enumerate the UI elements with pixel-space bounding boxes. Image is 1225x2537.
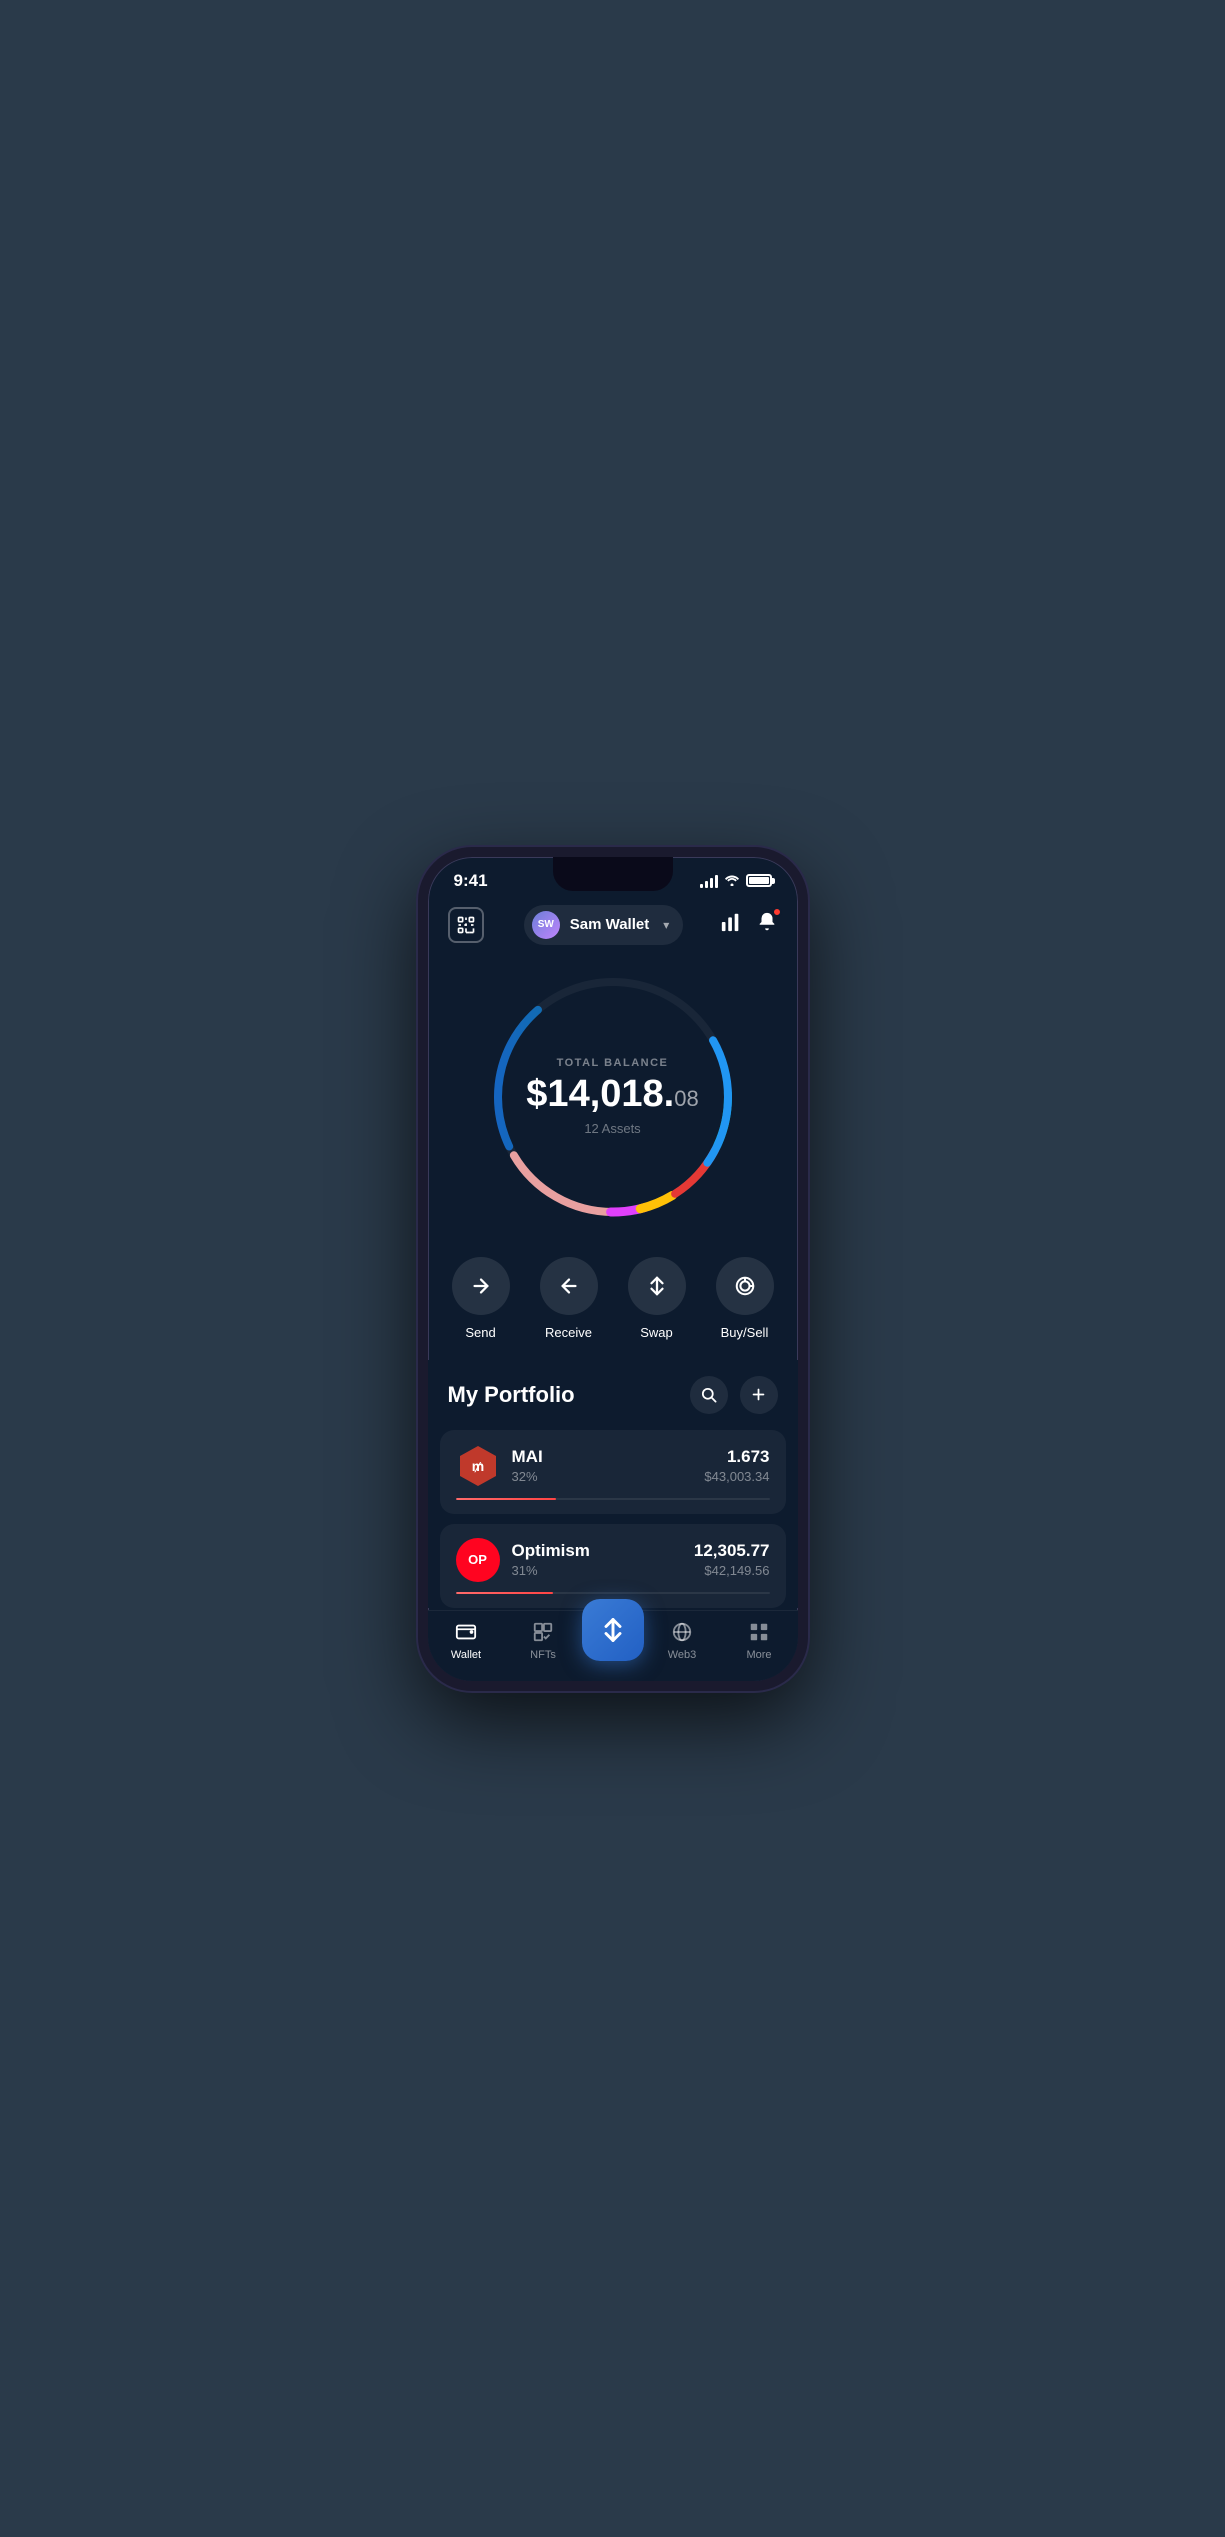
header-right (720, 911, 778, 939)
portfolio-add-button[interactable] (740, 1376, 778, 1414)
header: SW Sam Wallet ▾ (428, 897, 798, 957)
battery-icon (746, 874, 772, 887)
portfolio-list: ₥ MAI 32% 1.673 $43,003.34 (428, 1430, 798, 1608)
balance-whole: $14,018. (526, 1073, 674, 1115)
wallet-selector[interactable]: SW Sam Wallet ▾ (524, 905, 684, 945)
mai-progress-bar (456, 1498, 770, 1500)
portfolio-section: My Portfolio (428, 1360, 798, 1608)
swap-button[interactable]: Swap (628, 1257, 686, 1340)
op-progress-bar (456, 1592, 770, 1594)
buysell-label: Buy/Sell (721, 1325, 769, 1340)
portfolio-title: My Portfolio (448, 1382, 575, 1408)
web3-nav-label: Web3 (668, 1649, 697, 1661)
receive-button[interactable]: Receive (540, 1257, 598, 1340)
bottom-nav: Wallet NFTs (428, 1610, 798, 1681)
mai-progress-fill (456, 1498, 556, 1500)
swap-icon (628, 1257, 686, 1315)
receive-label: Receive (545, 1325, 592, 1340)
mai-token-amount: 1.673 (704, 1447, 769, 1467)
status-time: 9:41 (454, 871, 488, 891)
chevron-down-icon: ▾ (663, 918, 669, 932)
op-token-amount: 12,305.77 (694, 1541, 770, 1561)
signal-icon (700, 874, 718, 888)
nav-item-nfts[interactable]: NFTs (505, 1619, 582, 1661)
mai-token-icon: ₥ (456, 1444, 500, 1488)
swap-label: Swap (640, 1325, 673, 1340)
portfolio-item-op[interactable]: OP Optimism 31% 12,305.77 $42,149.56 (440, 1524, 786, 1608)
balance-label: TOTAL BALANCE (526, 1057, 698, 1069)
nav-item-wallet[interactable]: Wallet (428, 1619, 505, 1661)
op-token-icon: OP (456, 1538, 500, 1582)
send-button[interactable]: Send (452, 1257, 510, 1340)
send-icon (452, 1257, 510, 1315)
balance-cents: 08 (674, 1086, 698, 1111)
nfts-nav-label: NFTs (530, 1649, 556, 1661)
nav-item-more[interactable]: More (721, 1619, 798, 1661)
op-token-name: Optimism (512, 1541, 590, 1561)
main-scroll[interactable]: TOTAL BALANCE $14,018.08 12 Assets Send (428, 957, 798, 1610)
op-progress-fill (456, 1592, 553, 1594)
wallet-nav-icon (453, 1619, 479, 1645)
portfolio-item-mai[interactable]: ₥ MAI 32% 1.673 $43,003.34 (440, 1430, 786, 1514)
portfolio-header: My Portfolio (428, 1376, 798, 1430)
op-token-percent: 31% (512, 1563, 590, 1578)
bell-wrapper[interactable] (756, 911, 778, 939)
scan-icon[interactable] (448, 907, 484, 943)
receive-icon (540, 1257, 598, 1315)
balance-assets: 12 Assets (526, 1121, 698, 1136)
header-left (448, 907, 488, 943)
balance-amount: $14,018.08 (526, 1075, 698, 1113)
send-label: Send (465, 1325, 495, 1340)
wallet-name: Sam Wallet (570, 916, 649, 933)
wifi-icon (724, 873, 740, 889)
svg-text:₥: ₥ (471, 1458, 483, 1474)
op-token-usd: $42,149.56 (694, 1563, 770, 1578)
ring-container: TOTAL BALANCE $14,018.08 12 Assets (483, 967, 743, 1227)
buysell-button[interactable]: Buy/Sell (716, 1257, 774, 1340)
portfolio-actions (690, 1376, 778, 1414)
notification-badge (772, 907, 782, 917)
bell-icon (756, 916, 778, 938)
action-buttons: Send Receive (428, 1247, 798, 1360)
chart-icon[interactable] (720, 911, 742, 939)
more-nav-label: More (746, 1649, 771, 1661)
status-icons (700, 873, 772, 889)
wallet-nav-label: Wallet (451, 1649, 481, 1661)
web3-nav-icon (669, 1619, 695, 1645)
buysell-icon (716, 1257, 774, 1315)
nav-item-web3[interactable]: Web3 (644, 1619, 721, 1661)
nfts-nav-icon (530, 1619, 556, 1645)
avatar: SW (532, 911, 560, 939)
balance-content: TOTAL BALANCE $14,018.08 12 Assets (526, 1057, 698, 1136)
mai-token-usd: $43,003.34 (704, 1469, 769, 1484)
mai-token-percent: 32% (512, 1469, 543, 1484)
notch (553, 857, 673, 891)
mai-token-name: MAI (512, 1447, 543, 1467)
more-nav-icon (746, 1619, 772, 1645)
portfolio-search-button[interactable] (690, 1376, 728, 1414)
phone-frame: 9:41 (418, 847, 808, 1691)
nav-center-button[interactable] (582, 1599, 644, 1661)
balance-section: TOTAL BALANCE $14,018.08 12 Assets (428, 957, 798, 1247)
